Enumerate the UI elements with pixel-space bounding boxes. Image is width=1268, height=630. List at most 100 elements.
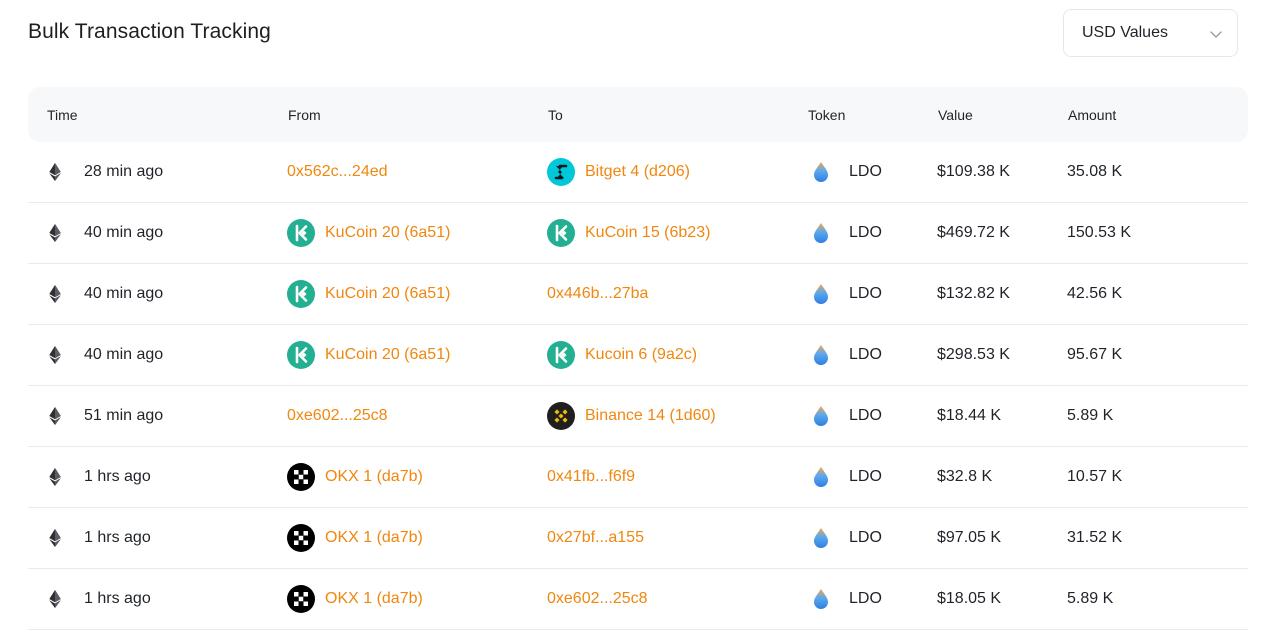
lido-token-icon: [814, 467, 828, 487]
kucoin-icon: [547, 341, 575, 369]
from-address-link[interactable]: OKX 1 (da7b): [325, 468, 423, 486]
chevron-down-icon: [1210, 31, 1222, 38]
from-cell: KuCoin 20 (6a51): [287, 264, 450, 324]
token-symbol: LDO: [849, 529, 882, 546]
usd-value: $132.82 K: [937, 285, 1010, 302]
ethereum-icon: [49, 590, 61, 608]
okx-icon: [287, 524, 315, 552]
value-cell: $298.53 K: [937, 325, 1010, 385]
ethereum-icon: [49, 529, 61, 547]
value-cell: $132.82 K: [937, 264, 1010, 324]
from-address-link[interactable]: OKX 1 (da7b): [325, 590, 423, 608]
from-address-link[interactable]: OKX 1 (da7b): [325, 529, 423, 547]
value-cell: $469.72 K: [937, 203, 1010, 263]
amount-cell: 95.67 K: [1067, 325, 1122, 385]
time-text: 40 min ago: [84, 285, 164, 302]
token-amount: 95.67 K: [1067, 346, 1123, 363]
from-address-link[interactable]: KuCoin 20 (6a51): [325, 346, 450, 364]
to-address-link[interactable]: 0x446b...27ba: [547, 285, 648, 303]
time-cell: 28 min ago: [48, 142, 163, 202]
ethereum-icon: [49, 407, 61, 425]
token-symbol: LDO: [849, 407, 882, 424]
token-cell: LDO: [807, 142, 882, 202]
okx-icon: [287, 585, 315, 613]
table-row[interactable]: 40 min ago KuCoin 20 (6a51) Kucoin 6 (9a…: [28, 325, 1248, 386]
from-address-link[interactable]: 0xe602...25c8: [287, 407, 388, 425]
table-row[interactable]: 40 min ago KuCoin 20 (6a51) 0x446b...27b…: [28, 264, 1248, 325]
from-address-link[interactable]: KuCoin 20 (6a51): [325, 285, 450, 303]
time-text: 40 min ago: [84, 224, 164, 241]
to-address-link[interactable]: KuCoin 15 (6b23): [585, 224, 710, 242]
token-symbol: LDO: [849, 163, 882, 180]
time-text: 28 min ago: [84, 163, 164, 180]
to-cell: Bitget 4 (d206): [547, 142, 690, 202]
to-address-link[interactable]: Binance 14 (1d60): [585, 407, 716, 425]
time-cell: 51 min ago: [48, 386, 163, 446]
value-cell: $18.05 K: [937, 569, 1001, 629]
okx-icon: [287, 463, 315, 491]
to-address-link[interactable]: Bitget 4 (d206): [585, 163, 690, 181]
column-header-value: Value: [938, 107, 973, 123]
value-cell: $109.38 K: [937, 142, 1010, 202]
time-cell: 40 min ago: [48, 264, 163, 324]
token-symbol: LDO: [849, 346, 882, 363]
table-header: Time From To Token Value Amount: [28, 87, 1248, 142]
token-cell: LDO: [807, 386, 882, 446]
usd-value: $18.44 K: [937, 407, 1002, 424]
table-row[interactable]: 1 hrs ago OKX 1 (da7b) 0x41fb...f6f9 LDO…: [28, 447, 1248, 508]
amount-cell: 42.56 K: [1067, 264, 1122, 324]
from-address-link[interactable]: 0x562c...24ed: [287, 163, 388, 181]
time-text: 1 hrs ago: [84, 468, 151, 485]
to-cell: Binance 14 (1d60): [547, 386, 716, 446]
to-address-link[interactable]: 0x41fb...f6f9: [547, 468, 635, 486]
time-cell: 1 hrs ago: [48, 508, 151, 568]
table-row[interactable]: 1 hrs ago OKX 1 (da7b) 0xe602...25c8 LDO…: [28, 569, 1248, 630]
currency-select-value: USD Values: [1082, 24, 1168, 41]
to-address-link[interactable]: 0x27bf...a155: [547, 529, 644, 547]
kucoin-icon: [287, 280, 315, 308]
table-row[interactable]: 40 min ago KuCoin 20 (6a51) KuCoin 15 (6…: [28, 203, 1248, 264]
bitget-icon: [547, 158, 575, 186]
amount-cell: 5.89 K: [1067, 569, 1113, 629]
to-address-link[interactable]: Kucoin 6 (9a2c): [585, 346, 697, 364]
lido-token-icon: [814, 223, 828, 243]
token-amount: 150.53 K: [1067, 224, 1132, 241]
table-row[interactable]: 1 hrs ago OKX 1 (da7b) 0x27bf...a155 LDO…: [28, 508, 1248, 569]
usd-value: $32.8 K: [937, 468, 993, 485]
column-header-from: From: [288, 107, 321, 123]
currency-select[interactable]: USD Values: [1063, 9, 1238, 57]
kucoin-icon: [547, 219, 575, 247]
from-cell: OKX 1 (da7b): [287, 508, 423, 568]
lido-token-icon: [814, 284, 828, 304]
column-header-to: To: [548, 107, 563, 123]
from-address-link[interactable]: KuCoin 20 (6a51): [325, 224, 450, 242]
lido-token-icon: [814, 528, 828, 548]
token-amount: 5.89 K: [1067, 590, 1114, 607]
value-cell: $18.44 K: [937, 386, 1001, 446]
time-cell: 40 min ago: [48, 203, 163, 263]
amount-cell: 31.52 K: [1067, 508, 1122, 568]
value-cell: $97.05 K: [937, 508, 1001, 568]
token-symbol: LDO: [849, 285, 882, 302]
from-cell: 0x562c...24ed: [287, 142, 388, 202]
usd-value: $298.53 K: [937, 346, 1010, 363]
table-row[interactable]: 51 min ago 0xe602...25c8 Binance 14 (1d6…: [28, 386, 1248, 447]
table-row[interactable]: 28 min ago 0x562c...24ed Bitget 4 (d206): [28, 142, 1248, 203]
from-cell: KuCoin 20 (6a51): [287, 325, 450, 385]
time-text: 1 hrs ago: [84, 590, 151, 607]
time-cell: 1 hrs ago: [48, 569, 151, 629]
token-cell: LDO: [807, 325, 882, 385]
token-cell: LDO: [807, 447, 882, 507]
usd-value: $18.05 K: [937, 590, 1002, 607]
column-header-time: Time: [47, 107, 78, 123]
token-cell: LDO: [807, 203, 882, 263]
to-address-link[interactable]: 0xe602...25c8: [547, 590, 648, 608]
token-symbol: LDO: [849, 468, 882, 485]
to-cell: 0x41fb...f6f9: [547, 447, 635, 507]
to-cell: Kucoin 6 (9a2c): [547, 325, 697, 385]
ethereum-icon: [49, 468, 61, 486]
value-cell: $32.8 K: [937, 447, 992, 507]
kucoin-icon: [287, 219, 315, 247]
time-text: 40 min ago: [84, 346, 164, 363]
token-cell: LDO: [807, 264, 882, 324]
